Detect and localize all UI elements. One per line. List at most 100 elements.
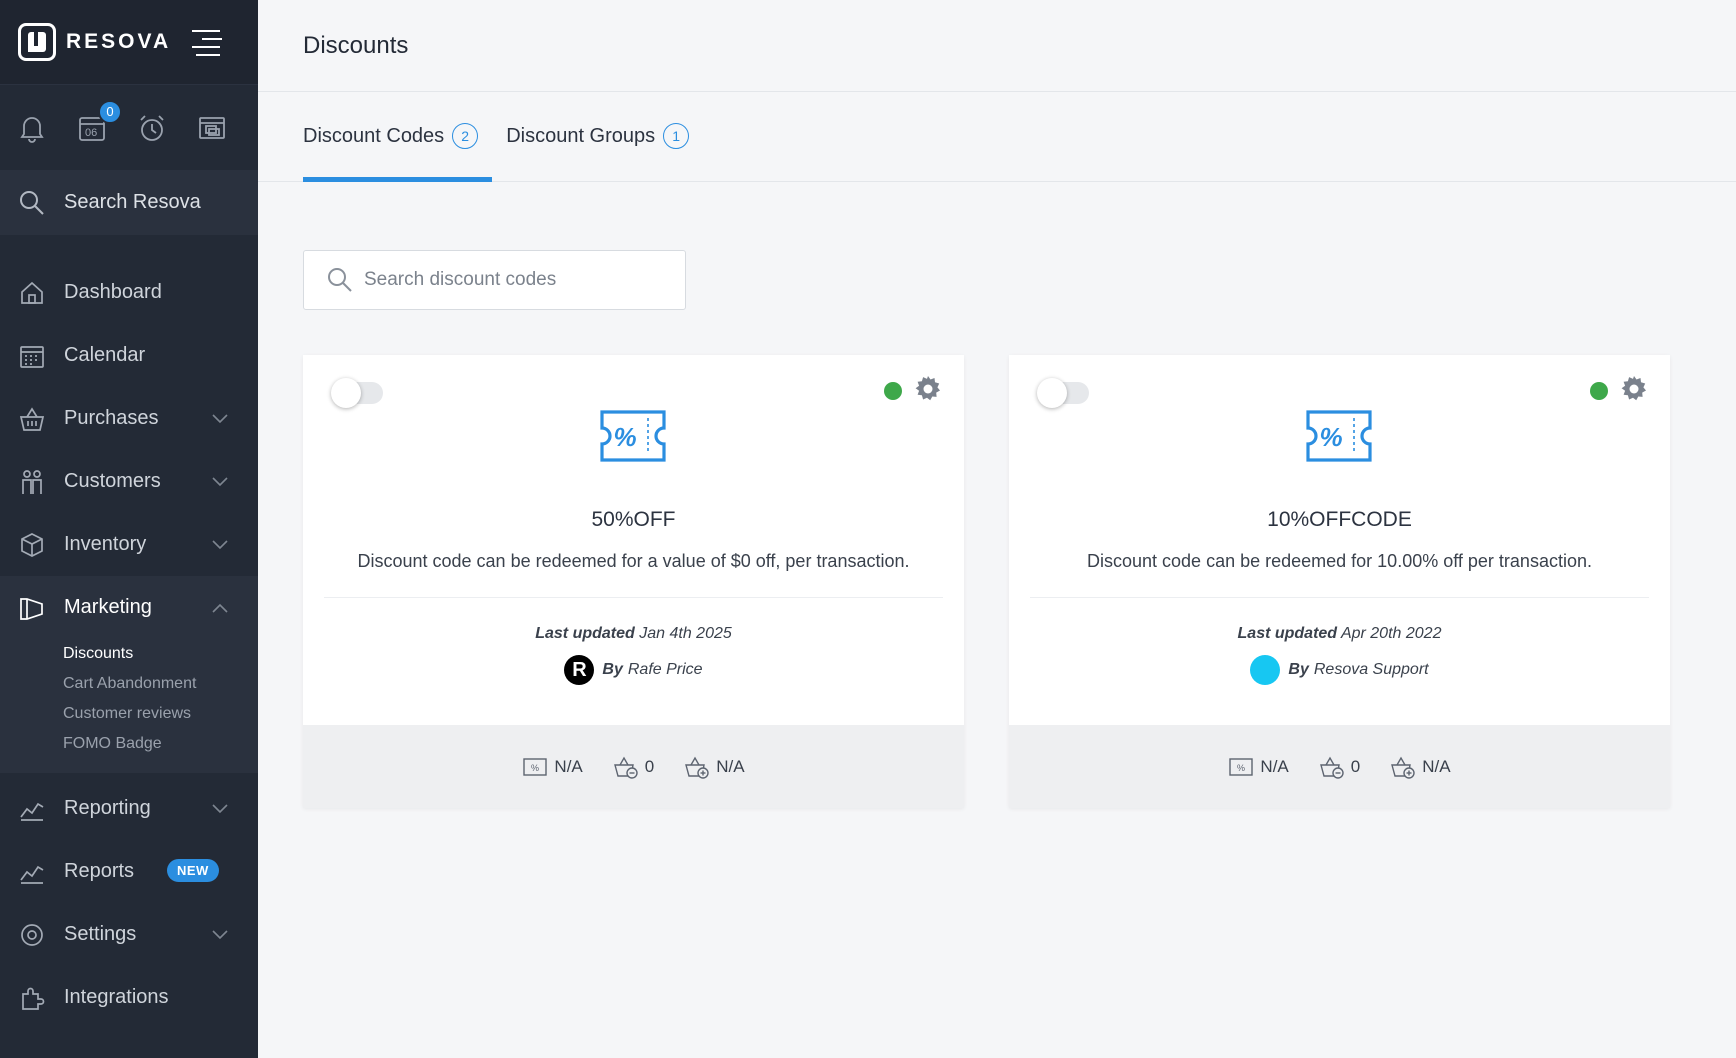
nav-reporting[interactable]: Reporting	[0, 777, 258, 840]
puzzle-icon	[22, 987, 45, 1010]
nav-calendar-label: Calendar	[64, 344, 146, 366]
tab-label: Discount Groups	[506, 124, 656, 147]
avatar: R	[564, 655, 595, 685]
updated-by: R By Rafe Price	[303, 655, 964, 685]
calendar-badge: 0	[98, 99, 122, 124]
last-updated: Last updated Apr 20th 2022	[1237, 625, 1442, 642]
nav-reports-label: Reports	[64, 860, 135, 882]
enable-toggle[interactable]	[331, 378, 383, 408]
subnav-discounts[interactable]: Discounts	[63, 639, 258, 669]
chevron-down-icon	[212, 537, 228, 550]
nav-reporting-label: Reporting	[64, 797, 151, 819]
notifications-bell-icon[interactable]	[16, 112, 48, 144]
status-dot	[1590, 382, 1608, 400]
nav-settings-label: Settings	[64, 923, 137, 945]
gear-icon[interactable]	[914, 375, 942, 403]
coupon-icon: %	[600, 410, 666, 462]
card-footer: % N/A 0 N/A	[1009, 725, 1670, 808]
discount-code-name: 50%OFF	[591, 508, 676, 531]
nav-marketing[interactable]: Marketing	[0, 576, 258, 639]
nav-marketing-group: Marketing Discounts Cart Abandonment Cus…	[0, 576, 258, 773]
coupon-icon: %	[1306, 410, 1372, 462]
line-chart-icon	[20, 802, 44, 821]
tabs: Discount Codes 2 Discount Groups 1	[258, 92, 1736, 182]
author-name: Rafe Price	[627, 661, 703, 678]
nav-purchases[interactable]: Purchases	[0, 387, 258, 450]
chevron-down-icon	[212, 474, 228, 487]
quick-actions: 0 06	[0, 84, 258, 170]
gear-icon[interactable]	[1620, 375, 1648, 403]
basket-plus-icon	[1391, 756, 1415, 779]
nav-dashboard[interactable]: Dashboard	[0, 261, 258, 324]
resova-logo[interactable]	[18, 23, 56, 61]
customers-icon	[22, 469, 42, 494]
basket-plus-icon	[685, 756, 709, 779]
tab-discount-codes[interactable]: Discount Codes 2	[303, 91, 493, 182]
alarm-clock-icon[interactable]	[136, 112, 168, 144]
calendar-icon	[20, 345, 44, 368]
discount-ticket-icon: %	[523, 757, 548, 776]
nav-reports[interactable]: Reports NEW	[0, 840, 258, 903]
nav-integrations-label: Integrations	[64, 986, 169, 1008]
basket-minus-icon	[613, 756, 638, 779]
stat-value: % N/A	[522, 755, 583, 779]
avatar	[1250, 655, 1281, 685]
discount-search	[303, 250, 686, 310]
windows-icon[interactable]	[196, 112, 228, 144]
nav-customers[interactable]: Customers	[0, 450, 258, 513]
nav-settings[interactable]: Settings	[0, 903, 258, 966]
brand-name: RESOVA	[66, 30, 172, 53]
stat-used: 0	[613, 755, 654, 779]
subnav-fomo-badge[interactable]: FOMO Badge	[63, 729, 258, 759]
gear-icon	[21, 923, 43, 946]
nav-purchases-label: Purchases	[64, 407, 159, 429]
topbar: Discounts	[258, 0, 1736, 92]
search-icon	[328, 268, 352, 292]
marketing-subnav: Discounts Cart Abandonment Customer revi…	[0, 639, 258, 759]
divider	[1030, 597, 1649, 598]
main-nav: Dashboard Calendar Purchases Customers I…	[0, 235, 258, 1029]
stat-limit: N/A	[684, 755, 745, 779]
page-title: Discounts	[303, 31, 409, 59]
discount-search-input[interactable]	[364, 269, 664, 291]
stat-used: 0	[1319, 755, 1360, 779]
tab-count: 1	[663, 123, 690, 149]
stat-value: % N/A	[1228, 755, 1289, 779]
nav-calendar[interactable]: Calendar	[0, 324, 258, 387]
last-updated: Last updated Jan 4th 2025	[535, 625, 732, 642]
nav-inventory-label: Inventory	[64, 533, 147, 555]
sidebar-search[interactable]: Search Resova	[0, 170, 258, 235]
discount-description: Discount code can be redeemed for a valu…	[357, 551, 910, 571]
search-icon	[20, 190, 44, 215]
svg-text:%: %	[1237, 763, 1245, 773]
divider	[324, 597, 943, 598]
discount-card: % 10%OFFCODE Discount code can be redeem…	[1009, 355, 1670, 808]
updated-by: By Resova Support	[1009, 655, 1670, 685]
tab-discount-groups[interactable]: Discount Groups 1	[492, 91, 703, 181]
card-footer: % N/A 0 N/A	[303, 725, 964, 808]
svg-text:%: %	[531, 763, 539, 773]
new-badge: NEW	[167, 859, 219, 882]
tab-count: 2	[452, 123, 479, 149]
nav-inventory[interactable]: Inventory	[0, 513, 258, 576]
subnav-customer-reviews[interactable]: Customer reviews	[63, 699, 258, 729]
brand-header: RESOVA	[0, 0, 258, 84]
author-name: Resova Support	[1313, 661, 1429, 678]
megaphone-icon	[20, 597, 43, 620]
home-icon	[21, 281, 43, 304]
discount-ticket-icon: %	[1229, 757, 1254, 776]
chevron-down-icon	[212, 801, 228, 814]
sidebar-search-label: Search Resova	[64, 191, 201, 213]
nav-marketing-label: Marketing	[64, 596, 152, 618]
svg-text:%: %	[1319, 422, 1342, 452]
nav-integrations[interactable]: Integrations	[0, 966, 258, 1029]
enable-toggle[interactable]	[1037, 378, 1089, 408]
line-chart-icon	[20, 865, 44, 884]
subnav-cart-abandonment[interactable]: Cart Abandonment	[63, 669, 258, 699]
discount-description: Discount code can be redeemed for 10.00%…	[1087, 551, 1592, 571]
nav-dashboard-label: Dashboard	[64, 281, 162, 303]
calendar-today-icon[interactable]: 0 06	[76, 99, 122, 144]
basket-icon	[19, 406, 45, 431]
menu-toggle-icon[interactable]	[192, 30, 224, 56]
main-content: Discounts Discount Codes 2 Discount Grou…	[258, 0, 1736, 1058]
